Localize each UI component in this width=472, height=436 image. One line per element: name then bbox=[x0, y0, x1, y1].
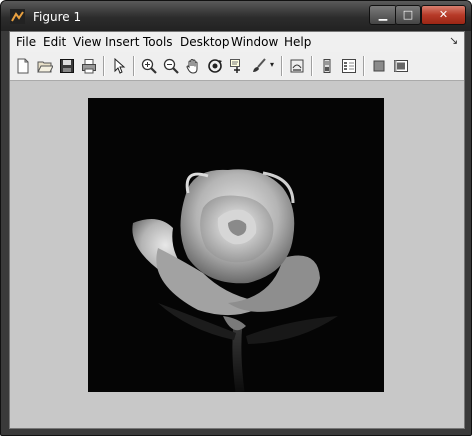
menu-edit[interactable]: Edit bbox=[43, 35, 66, 49]
legend-icon[interactable] bbox=[339, 56, 359, 76]
dock-arrow-icon[interactable]: ↘ bbox=[449, 34, 458, 47]
window-title: Figure 1 bbox=[33, 10, 82, 24]
toolbar-separator bbox=[133, 56, 135, 76]
link-plot-icon[interactable] bbox=[287, 56, 307, 76]
figure-window: Figure 1 ▁ □ ✕ File Edit View Insert Too… bbox=[0, 0, 472, 436]
select-arrow-icon[interactable] bbox=[109, 56, 129, 76]
maximize-button[interactable]: □ bbox=[395, 5, 421, 25]
menu-window[interactable]: Window bbox=[231, 35, 278, 49]
image-axes[interactable] bbox=[88, 98, 384, 393]
menu-insert[interactable]: Insert bbox=[105, 35, 139, 49]
menu-help[interactable]: Help bbox=[284, 35, 311, 49]
print-icon[interactable] bbox=[79, 56, 99, 76]
figure-toolbar: ▾ bbox=[10, 52, 464, 81]
menu-tools[interactable]: Tools bbox=[143, 35, 173, 49]
colorbar-icon[interactable] bbox=[317, 56, 337, 76]
toolbar-separator bbox=[311, 56, 313, 76]
matlab-app-icon bbox=[10, 9, 25, 24]
open-file-icon[interactable] bbox=[35, 56, 55, 76]
save-icon[interactable] bbox=[57, 56, 77, 76]
pan-hand-icon[interactable] bbox=[183, 56, 203, 76]
toolbar-separator bbox=[281, 56, 283, 76]
toolbar-separator bbox=[363, 56, 365, 76]
zoom-out-icon[interactable] bbox=[161, 56, 181, 76]
rose-image bbox=[88, 98, 384, 393]
figure-client-area: File Edit View Insert Tools Desktop Wind… bbox=[9, 31, 465, 429]
menu-bar: File Edit View Insert Tools Desktop Wind… bbox=[10, 32, 464, 52]
menu-desktop[interactable]: Desktop bbox=[180, 35, 230, 49]
new-figure-icon[interactable] bbox=[13, 56, 33, 76]
title-bar[interactable]: Figure 1 ▁ □ ✕ bbox=[1, 1, 471, 31]
close-button[interactable]: ✕ bbox=[421, 5, 466, 25]
rotate-3d-icon[interactable] bbox=[205, 56, 225, 76]
minimize-button[interactable]: ▁ bbox=[369, 5, 397, 25]
brush-icon[interactable] bbox=[249, 56, 269, 76]
data-cursor-icon[interactable] bbox=[227, 56, 247, 76]
hide-plot-tools-icon[interactable] bbox=[369, 56, 389, 76]
figure-canvas bbox=[10, 81, 464, 428]
show-plot-tools-icon[interactable] bbox=[391, 56, 411, 76]
toolbar-separator bbox=[103, 56, 105, 76]
brush-dropdown-chevron-icon[interactable]: ▾ bbox=[270, 60, 274, 69]
menu-view[interactable]: View bbox=[73, 35, 101, 49]
menu-file[interactable]: File bbox=[16, 35, 36, 49]
zoom-in-icon[interactable] bbox=[139, 56, 159, 76]
